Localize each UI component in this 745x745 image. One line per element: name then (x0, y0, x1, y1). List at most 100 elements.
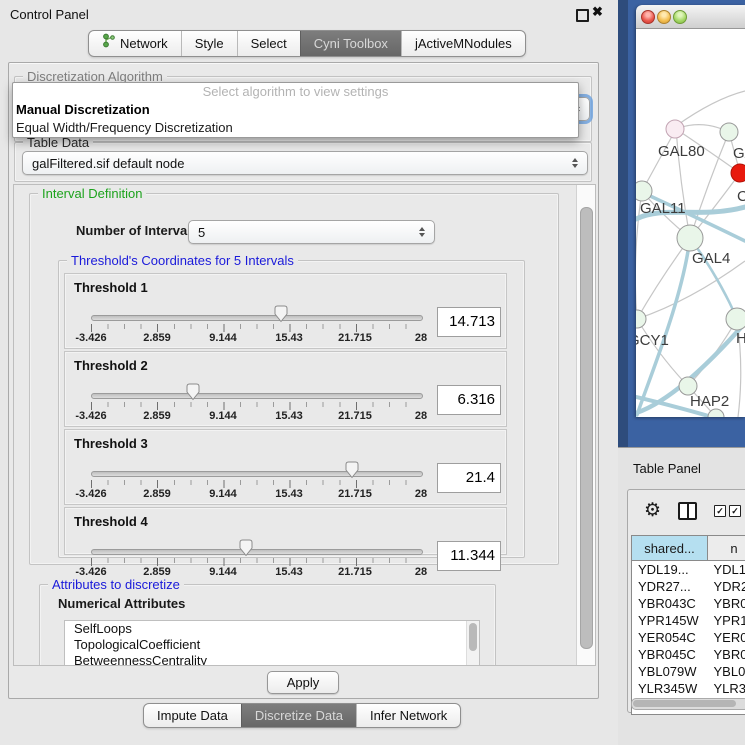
tick-label: 15.43 (275, 410, 303, 422)
slider-thumb[interactable] (185, 383, 201, 404)
table-row[interactable]: YBR043CYBR0 (632, 595, 745, 612)
list-scrollbar[interactable] (466, 621, 479, 666)
minimize-traffic-light-icon[interactable] (657, 10, 671, 24)
cell[interactable]: YBR045C (632, 646, 708, 663)
list-item[interactable]: TopologicalCoefficient (65, 637, 479, 653)
cell[interactable]: YBR0 (708, 595, 745, 612)
table-row[interactable]: YER054CYER0 (632, 629, 745, 646)
tick-label: 21.715 (338, 488, 372, 500)
tab-cyni-toolbox[interactable]: Cyni Toolbox (300, 31, 401, 56)
network-icon (102, 31, 115, 56)
network-graph: GAL80 GA GAL11 GAL4 GCY1 C H HAP2 (636, 29, 745, 417)
table-header-row: shared... n (632, 536, 745, 561)
node-red-selected[interactable] (731, 164, 745, 182)
tab-impute-data[interactable]: Impute Data (144, 704, 241, 727)
threshold-2-value-field[interactable]: 6.316 (437, 385, 501, 415)
top-tab-bar: Network Style Select Cyni Toolbox jActiv… (88, 30, 526, 57)
slider-thumb[interactable] (238, 539, 254, 560)
checkbox-icon[interactable]: ✓ (729, 505, 741, 517)
slider-ticks (91, 558, 422, 566)
table-row[interactable]: YBL079WYBL0 (632, 663, 745, 680)
cell[interactable]: YLR345W (632, 680, 708, 697)
cell[interactable]: YBR0 (708, 646, 745, 663)
cell[interactable]: YPR145W (632, 612, 708, 629)
threshold-3-slider[interactable]: -3.426 2.859 9.144 15.43 21.715 28 (91, 467, 421, 501)
slider-thumb[interactable] (273, 305, 289, 326)
dropdown-option-equal-width[interactable]: Equal Width/Frequency Discretization (13, 119, 578, 137)
cell[interactable]: YDR27... (632, 578, 708, 595)
column-header-name[interactable]: n (708, 536, 745, 561)
apply-button[interactable]: Apply (267, 671, 339, 694)
threshold-3-value-field[interactable]: 21.4 (437, 463, 501, 493)
node-label: GAL4 (692, 250, 730, 267)
cell[interactable]: YDL19... (632, 561, 708, 579)
table-row[interactable]: YDL19...YDL1 (632, 561, 745, 579)
cell[interactable]: YBL0 (708, 663, 745, 680)
threshold-4-value-field[interactable]: 11.344 (437, 541, 501, 571)
number-of-intervals-value: 5 (198, 225, 205, 240)
numerical-attributes-label: Numerical Attributes (58, 596, 185, 611)
slider-thumb[interactable] (344, 461, 360, 482)
horizontal-scrollbar-thumb[interactable] (633, 700, 736, 707)
threshold-4-slider[interactable]: -3.426 2.859 9.144 15.43 21.715 28 (91, 545, 421, 579)
table-row[interactable]: YLR345WYLR3 (632, 680, 745, 697)
dropdown-prompt-item[interactable]: Select algorithm to view settings (13, 83, 578, 101)
list-item[interactable]: SelfLoops (65, 621, 479, 637)
tab-discretize-data[interactable]: Discretize Data (241, 704, 356, 727)
checkbox-icon[interactable]: ✓ (714, 505, 726, 517)
cell[interactable]: YER054C (632, 629, 708, 646)
tick-label: 21.715 (338, 332, 372, 344)
slider-track[interactable] (91, 471, 423, 477)
cell[interactable]: YBL079W (632, 663, 708, 680)
cell[interactable]: YBR043C (632, 595, 708, 612)
close-icon[interactable]: ✖ (592, 4, 603, 20)
list-item[interactable]: BetweennessCentrality (65, 653, 479, 666)
tab-cyni-label: Cyni Toolbox (314, 31, 388, 56)
slider-track[interactable] (91, 549, 423, 555)
threshold-3-panel: Threshold 3 -3.426 2.859 9.144 15.43 21.… (64, 429, 507, 505)
table-row[interactable]: YPR145WYPR1 (632, 612, 745, 629)
network-window-titlebar[interactable] (636, 5, 745, 29)
split-columns-icon[interactable] (678, 502, 697, 520)
tab-select-label: Select (251, 31, 287, 56)
gear-icon[interactable]: ⚙ (644, 501, 661, 521)
cell[interactable]: YPR1 (708, 612, 745, 629)
tab-style-label: Style (195, 31, 224, 56)
table-row[interactable]: YDR27...YDR2 (632, 578, 745, 595)
vertical-scrollbar[interactable] (576, 185, 595, 665)
tab-jactive-label: jActiveMNodules (415, 31, 512, 56)
threshold-1-value-field[interactable]: 14.713 (437, 307, 501, 337)
tab-network-label: Network (120, 31, 168, 56)
number-of-intervals-combobox[interactable]: 5 (188, 220, 435, 244)
tab-network[interactable]: Network (89, 31, 181, 56)
tab-discretize-label: Discretize Data (255, 704, 343, 727)
tick-label: 15.43 (275, 488, 303, 500)
node-pink[interactable] (666, 120, 684, 138)
horizontal-scrollbar[interactable] (631, 698, 745, 710)
zoom-traffic-light-icon[interactable] (673, 10, 687, 24)
cell[interactable]: YDR2 (708, 578, 745, 595)
column-header-shared[interactable]: shared... (632, 536, 708, 561)
bottom-tab-bar: Impute Data Discretize Data Infer Networ… (143, 703, 461, 728)
thresholds-group-title: Threshold's Coordinates for 5 Intervals (67, 253, 298, 268)
tab-infer-network[interactable]: Infer Network (356, 704, 460, 727)
cell[interactable]: YER0 (708, 629, 745, 646)
table-row[interactable]: YBR045CYBR0 (632, 646, 745, 663)
tab-style[interactable]: Style (181, 31, 237, 56)
close-traffic-light-icon[interactable] (641, 10, 655, 24)
tab-select[interactable]: Select (237, 31, 300, 56)
slider-track[interactable] (91, 393, 423, 399)
tick-label: -3.426 (75, 410, 106, 422)
float-window-icon[interactable] (576, 9, 589, 22)
cell[interactable]: YDL1 (708, 561, 745, 579)
network-canvas[interactable]: GAL80 GA GAL11 GAL4 GCY1 C H HAP2 (636, 29, 745, 417)
cell[interactable]: YLR3 (708, 680, 745, 697)
table-data-combobox[interactable]: galFiltered.sif default node (22, 151, 588, 175)
vertical-scrollbar-thumb[interactable] (580, 207, 593, 649)
threshold-1-slider[interactable]: -3.426 2.859 9.144 15.43 21.715 28 (91, 311, 421, 345)
combo-arrows-icon (419, 227, 425, 237)
dropdown-option-manual[interactable]: Manual Discretization (13, 101, 578, 119)
slider-track[interactable] (91, 315, 423, 321)
tab-jactivemnodules[interactable]: jActiveMNodules (401, 31, 525, 56)
threshold-2-slider[interactable]: -3.426 2.859 9.144 15.43 21.715 28 (91, 389, 421, 423)
